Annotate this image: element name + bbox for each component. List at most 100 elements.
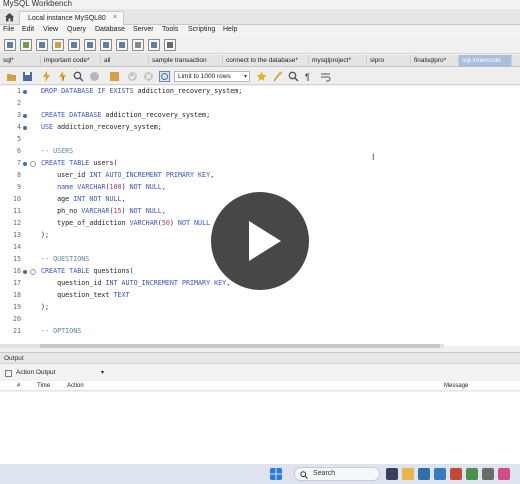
- tab-connect-to-the-database[interactable]: connect to the database*: [223, 55, 309, 67]
- save-icon[interactable]: [22, 71, 33, 82]
- close-icon[interactable]: ×: [113, 14, 117, 21]
- code-line: 2: [0, 98, 520, 110]
- create-table-icon[interactable]: [68, 39, 80, 51]
- line-number: 5: [16, 135, 21, 143]
- tab-sql[interactable]: sql*: [0, 55, 41, 67]
- menu-file[interactable]: File: [3, 26, 14, 33]
- create-view-icon[interactable]: [84, 39, 96, 51]
- execute-current-icon[interactable]: I: [57, 71, 68, 82]
- beautify-icon[interactable]: [272, 71, 283, 82]
- menu-edit[interactable]: Edit: [22, 26, 34, 33]
- connection-tabs-bar: Local instance MySQL80 ×: [0, 9, 520, 25]
- editor-horizontal-scrollbar[interactable]: [0, 344, 444, 348]
- statement-marker-icon: [23, 270, 27, 274]
- fold-toggle-icon[interactable]: [30, 161, 36, 167]
- code-text: );: [41, 231, 50, 239]
- code-comment: -- OPTIONS: [41, 327, 82, 335]
- scrollbar-thumb[interactable]: [40, 344, 440, 348]
- code-line: 1 DROP DATABASE IF EXISTS addiction_reco…: [0, 86, 520, 98]
- menu-database[interactable]: Database: [95, 26, 125, 33]
- file-explorer-icon[interactable]: [402, 468, 414, 480]
- invisible-chars-icon[interactable]: ¶: [304, 71, 315, 82]
- taskbar-search[interactable]: Search: [294, 467, 380, 481]
- fold-toggle-icon[interactable]: [30, 269, 36, 275]
- code-text: );: [41, 303, 50, 311]
- search-table-data-icon[interactable]: [132, 39, 144, 51]
- code-line: 8 user_id INT AUTO_INCREMENT PRIMARY KEY…: [0, 170, 520, 182]
- tab-sample-transaction[interactable]: sample transaction: [149, 55, 223, 67]
- code-line: 7 CREATE TABLE users(: [0, 158, 520, 170]
- create-function-icon[interactable]: [116, 39, 128, 51]
- tab-all[interactable]: all: [101, 55, 149, 67]
- code-line: 18 question_text TEXT: [0, 290, 520, 302]
- taskbar-app-icon[interactable]: [450, 468, 462, 480]
- connection-tab-label: Local instance MySQL80: [28, 15, 106, 22]
- word-wrap-icon[interactable]: [320, 71, 331, 82]
- find-icon[interactable]: [288, 71, 299, 82]
- output-type-label: Action Output: [16, 369, 56, 376]
- edge-browser-icon[interactable]: [434, 468, 446, 480]
- sql-tabs-bar: sql* important code* all sample transact…: [0, 55, 520, 67]
- open-folder-icon[interactable]: [6, 71, 17, 82]
- rollback-icon[interactable]: [143, 71, 154, 82]
- taskbar-app-icon[interactable]: [386, 468, 398, 480]
- output-title: Output: [4, 355, 24, 362]
- menu-scripting[interactable]: Scripting: [188, 26, 215, 33]
- open-sql-file-icon[interactable]: [20, 39, 32, 51]
- tab-sql-innercode[interactable]: sql-innercode: [459, 55, 512, 67]
- new-sql-tab-icon[interactable]: [4, 39, 16, 51]
- menu-server[interactable]: Server: [133, 26, 154, 33]
- connection-tab[interactable]: Local instance MySQL80 ×: [19, 11, 124, 25]
- code-text: age INT NOT NULL,: [41, 195, 126, 203]
- line-number: 8: [16, 171, 21, 179]
- menu-help[interactable]: Help: [223, 26, 237, 33]
- query-toolbar: I Limit to 1000 rows ▾ ¶: [0, 68, 520, 85]
- autocommit-toggle-icon[interactable]: [159, 71, 170, 82]
- open-inspector-icon[interactable]: [36, 39, 48, 51]
- windows-start-icon[interactable]: [270, 468, 282, 480]
- line-number: 18: [12, 291, 21, 299]
- tab-important-code[interactable]: important code*: [41, 55, 101, 67]
- line-number: 6: [16, 147, 21, 155]
- commit-icon[interactable]: [127, 71, 138, 82]
- menu-bar: File Edit View Query Database Server Too…: [0, 25, 520, 36]
- line-number: 1: [16, 87, 21, 95]
- taskbar-app-icon[interactable]: [466, 468, 478, 480]
- code-text: USE addiction_recovery_system;: [41, 123, 162, 131]
- line-number: 2: [16, 99, 21, 107]
- output-type-select[interactable]: Action Output ▾: [16, 369, 104, 379]
- code-comment: -- QUESTIONS: [41, 255, 90, 263]
- video-play-button[interactable]: [211, 192, 309, 290]
- server-status-icon[interactable]: [164, 39, 176, 51]
- tab-slpro[interactable]: slpro: [367, 55, 411, 67]
- output-type-icon: [5, 370, 12, 377]
- line-number: 10: [12, 195, 21, 203]
- mysql-workbench-icon[interactable]: [418, 468, 430, 480]
- add-snippet-icon[interactable]: [256, 71, 267, 82]
- execute-icon[interactable]: [41, 71, 52, 82]
- line-number: 16: [12, 267, 21, 275]
- menu-tools[interactable]: Tools: [162, 26, 178, 33]
- menu-view[interactable]: View: [43, 26, 58, 33]
- tab-mysqlproject[interactable]: mysqlproject*: [309, 55, 367, 67]
- line-number: 7: [16, 159, 21, 167]
- limit-rows-select[interactable]: Limit to 1000 rows ▾: [174, 71, 250, 82]
- explain-icon[interactable]: [73, 71, 84, 82]
- menu-query[interactable]: Query: [67, 26, 86, 33]
- reconnect-icon[interactable]: [148, 39, 160, 51]
- code-text: user_id INT AUTO_INCREMENT PRIMARY KEY,: [41, 171, 215, 179]
- create-schema-icon[interactable]: [52, 39, 64, 51]
- statement-marker-icon: [23, 126, 27, 130]
- tab-finalsqlpro[interactable]: finalsqlpro*: [411, 55, 459, 67]
- line-number: 21: [12, 327, 21, 335]
- taskbar-app-icon[interactable]: [482, 468, 494, 480]
- code-comment: -- USERS: [41, 147, 74, 155]
- toggle-output-icon[interactable]: [109, 71, 120, 82]
- taskbar-app-icon[interactable]: [498, 468, 510, 480]
- home-icon[interactable]: [4, 12, 15, 22]
- column-time: Time: [37, 383, 51, 389]
- stop-icon[interactable]: [89, 71, 100, 82]
- code-line: 4 USE addiction_recovery_system;: [0, 122, 520, 134]
- create-procedure-icon[interactable]: [100, 39, 112, 51]
- code-line: 21 -- OPTIONS: [0, 326, 520, 338]
